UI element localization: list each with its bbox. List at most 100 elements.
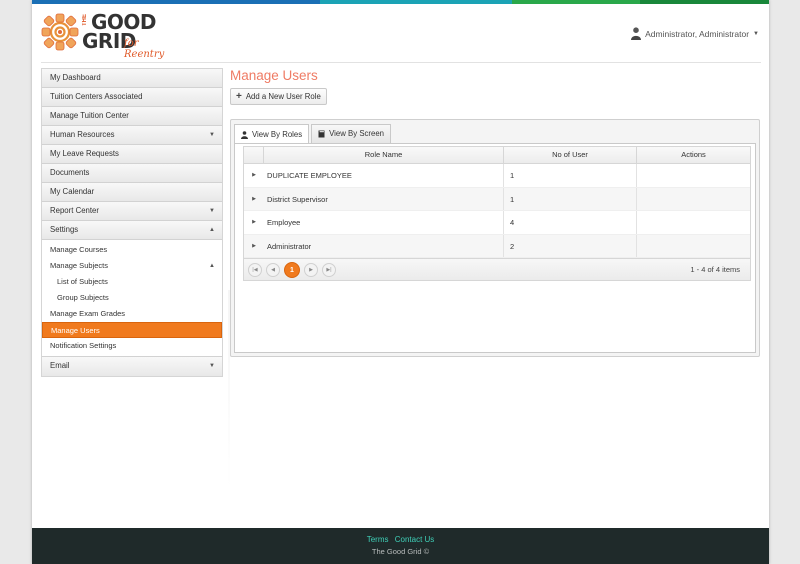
sidebar-item-label: Notification Settings	[50, 341, 117, 350]
roles-panel: View By Roles View By Screen Role Name N…	[230, 119, 760, 357]
grid-header: Role Name No of User Actions	[244, 147, 750, 164]
next-page-icon[interactable]: ▶	[304, 263, 318, 277]
user-count-cell: 4	[504, 211, 637, 234]
expand-row-icon[interactable]: ▶	[244, 188, 264, 211]
table-row[interactable]: ▶ DUPLICATE EMPLOYEE 1	[244, 164, 750, 188]
sidebar-item-notification-settings[interactable]: Notification Settings	[42, 338, 222, 354]
book-icon	[318, 130, 325, 138]
column-header-actions: Actions	[681, 150, 706, 159]
footer-links: Terms Contact Us	[32, 535, 769, 544]
role-name-cell: DUPLICATE EMPLOYEE	[264, 164, 504, 187]
actions-cell	[637, 164, 750, 187]
expand-row-icon[interactable]: ▶	[244, 235, 264, 258]
sidebar-item-manage-subjects[interactable]: Manage Subjects ▲	[42, 258, 222, 274]
chevron-down-icon: ▼	[753, 30, 759, 37]
sidebar-item-report-center[interactable]: Report Center ▼	[42, 202, 222, 221]
view-tabs: View By Roles View By Screen	[234, 124, 392, 144]
sidebar-item-my-leave-requests[interactable]: My Leave Requests	[42, 145, 222, 164]
actions-cell	[637, 211, 750, 234]
actions-cell	[637, 235, 750, 258]
sidebar-item-label: Human Resources	[50, 130, 115, 139]
plus-icon: +	[236, 91, 242, 102]
logo[interactable]: THE GOOD GRID for Reentry	[40, 10, 170, 60]
header-divider	[41, 62, 761, 63]
sidebar-item-manage-tuition-center[interactable]: Manage Tuition Center	[42, 107, 222, 126]
user-count-cell: 1	[504, 187, 637, 210]
table-row[interactable]: ▶ Employee 4	[244, 211, 750, 235]
roles-grid: Role Name No of User Actions ▶ DUPLICATE…	[243, 146, 751, 281]
last-page-icon[interactable]: ▶|	[322, 263, 336, 277]
tab-view-by-screen[interactable]: View By Screen	[311, 124, 392, 143]
sidebar-item-label: My Leave Requests	[50, 149, 119, 158]
sidebar-item-my-dashboard[interactable]: My Dashboard	[42, 69, 222, 88]
sidebar-item-manage-exam-grades[interactable]: Manage Exam Grades	[42, 306, 222, 322]
sidebar-item-label: Manage Tuition Center	[50, 111, 129, 120]
sidebar-item-label: My Calendar	[50, 187, 95, 196]
caret-down-icon: ▼	[209, 208, 215, 214]
sidebar-item-human-resources[interactable]: Human Resources ▼	[42, 126, 222, 145]
table-row[interactable]: ▶ Administrator 2	[244, 234, 750, 258]
role-name-cell: Employee	[264, 211, 504, 234]
sidebar-item-label: List of Subjects	[57, 277, 108, 286]
sidebar-item-email[interactable]: Email ▼	[42, 357, 222, 376]
sidebar-item-label: Email	[50, 361, 70, 370]
expand-column-header	[244, 147, 264, 163]
actions-cell	[637, 188, 750, 211]
tab-label: View By Roles	[252, 129, 303, 139]
footer: Terms Contact Us The Good Grid ©	[32, 528, 769, 564]
sidebar-item-list-of-subjects[interactable]: List of Subjects	[42, 274, 222, 290]
sidebar-item-label: My Dashboard	[50, 73, 101, 82]
first-page-icon[interactable]: |◀	[248, 263, 262, 277]
caret-down-icon: ▼	[209, 132, 215, 138]
grid-pager: |◀ ◀ 1 ▶ ▶| 1 - 4 of 4 items	[244, 258, 750, 280]
header: THE GOOD GRID for Reentry Administrator,…	[32, 4, 769, 63]
add-user-role-label: Add a New User Role	[245, 92, 321, 101]
user-icon	[631, 27, 642, 40]
user-count-cell: 2	[504, 234, 637, 257]
logo-the: THE	[82, 14, 88, 26]
table-row[interactable]: ▶ District Supervisor 1	[244, 187, 750, 211]
tab-label: View By Screen	[329, 129, 385, 138]
settings-submenu: Manage Courses Manage Subjects ▲ List of …	[42, 240, 222, 357]
pager-info: 1 - 4 of 4 items	[690, 265, 740, 274]
sidebar-item-settings[interactable]: Settings ▲	[42, 221, 222, 240]
column-header-no-of-user[interactable]: No of User	[504, 147, 637, 163]
logo-tagline: for Reentry	[124, 38, 165, 60]
sidebar-item-label: Manage Subjects	[50, 261, 108, 270]
current-page-button[interactable]: 1	[284, 262, 300, 278]
gear-logo-icon	[41, 13, 79, 51]
expand-row-icon[interactable]: ▶	[244, 164, 264, 187]
main-content: Manage Users + Add a New User Role View …	[230, 68, 760, 357]
user-menu[interactable]: Administrator, Administrator ▼	[631, 27, 759, 40]
contact-us-link[interactable]: Contact Us	[395, 535, 435, 544]
page: THE GOOD GRID for Reentry Administrator,…	[32, 0, 769, 564]
sidebar-item-label: Report Center	[50, 206, 99, 215]
tab-view-by-roles[interactable]: View By Roles	[234, 124, 310, 144]
sidebar-item-label: Manage Courses	[50, 245, 108, 254]
sidebar-item-label: Group Subjects	[57, 293, 109, 302]
sidebar-item-manage-users[interactable]: Manage Users	[42, 322, 222, 338]
add-user-role-button[interactable]: + Add a New User Role	[230, 88, 327, 105]
terms-link[interactable]: Terms	[367, 535, 389, 544]
user-icon	[241, 130, 248, 139]
sidebar-item-documents[interactable]: Documents	[42, 164, 222, 183]
user-name: Administrator, Administrator	[645, 28, 750, 39]
sidebar-item-tuition-centers-associated[interactable]: Tuition Centers Associated	[42, 88, 222, 107]
page-title: Manage Users	[230, 68, 318, 83]
column-header-role-name[interactable]: Role Name	[264, 147, 504, 163]
role-name-cell: Administrator	[264, 234, 504, 257]
footer-copyright: The Good Grid ©	[371, 547, 430, 556]
expand-row-icon[interactable]: ▶	[244, 211, 264, 234]
sidebar-item-label: Manage Exam Grades	[50, 309, 126, 318]
previous-page-icon[interactable]: ◀	[266, 263, 280, 277]
sidebar-item-label: Settings	[50, 225, 79, 234]
sidebar-item-manage-courses[interactable]: Manage Courses	[42, 242, 222, 258]
role-name-cell: District Supervisor	[264, 187, 504, 210]
sidebar-item-my-calendar[interactable]: My Calendar	[42, 183, 222, 202]
sidebar-item-label: Documents	[50, 168, 90, 177]
caret-up-icon: ▲	[209, 227, 215, 233]
caret-up-icon: ▲	[209, 263, 215, 269]
sidebar-item-group-subjects[interactable]: Group Subjects	[42, 290, 222, 306]
sidebar-item-label: Tuition Centers Associated	[50, 92, 143, 101]
tab-content: Role Name No of User Actions ▶ DUPLICATE…	[234, 143, 756, 353]
